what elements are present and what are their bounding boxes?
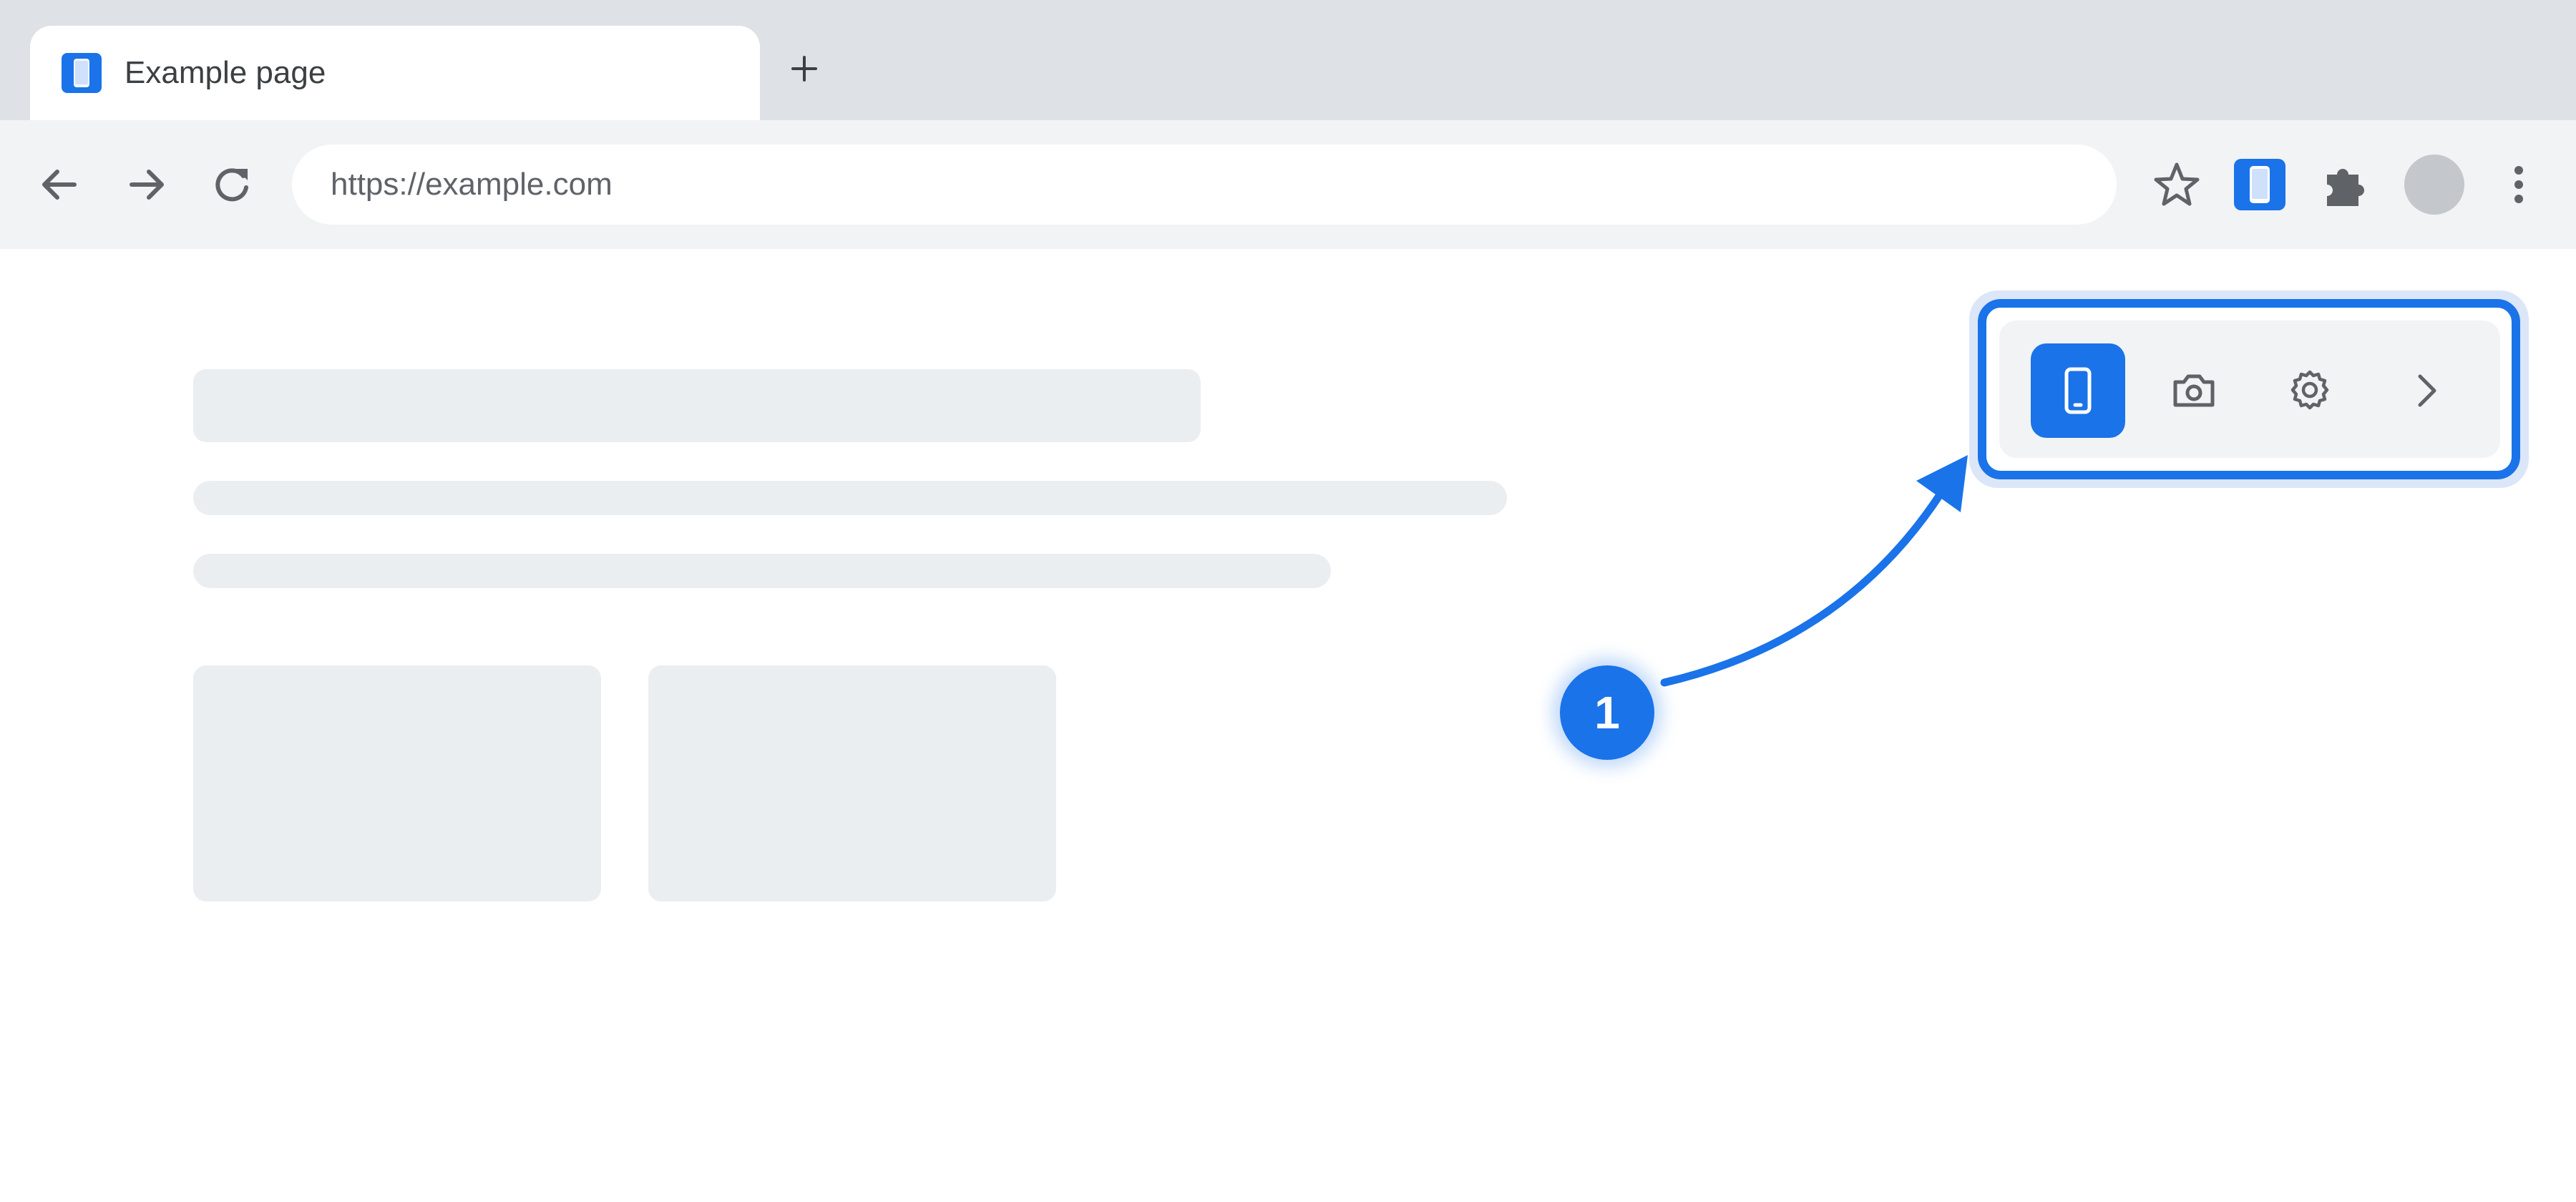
skeleton-heading (193, 369, 1201, 442)
new-tab-icon[interactable] (784, 49, 824, 89)
settings-button[interactable] (2263, 343, 2357, 438)
puzzle-icon[interactable] (2320, 159, 2371, 210)
gear-icon (2290, 370, 2329, 410)
tab-strip: Example page (0, 0, 2576, 120)
star-icon[interactable] (2151, 159, 2202, 210)
skeleton-card (193, 665, 601, 902)
next-button[interactable] (2379, 343, 2473, 438)
step-badge: 1 (1560, 665, 1654, 760)
avatar[interactable] (2404, 155, 2464, 215)
phone-button[interactable] (2031, 343, 2125, 438)
reload-icon[interactable] (206, 159, 258, 210)
address-bar[interactable]: https://example.com (292, 145, 2117, 225)
phone-icon (2064, 367, 2092, 414)
skeleton-card (648, 665, 1056, 902)
arrow-left-icon[interactable] (34, 159, 86, 210)
browser-toolbar: https://example.com (0, 120, 2576, 249)
skeleton-line (193, 481, 1507, 515)
chevron-right-icon (2418, 374, 2436, 407)
camera-icon (2173, 374, 2215, 407)
phone-icon[interactable] (2234, 159, 2285, 210)
tab-example-page[interactable]: Example page (30, 26, 760, 120)
tab-title: Example page (125, 55, 326, 90)
skeleton-line (193, 554, 1331, 588)
more-vert-icon[interactable] (2493, 159, 2545, 210)
phone-icon (62, 53, 102, 93)
url-text: https://example.com (331, 167, 613, 202)
arrow-right-icon[interactable] (120, 159, 172, 210)
camera-button[interactable] (2147, 343, 2241, 438)
